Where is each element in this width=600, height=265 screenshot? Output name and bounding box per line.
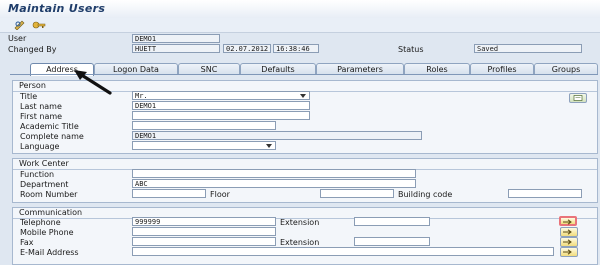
fax-label: Fax [20,238,34,247]
changed-time: 16:38:46 [273,44,319,53]
mobile-more-button[interactable] [560,227,578,237]
display-change-icon[interactable] [14,20,26,31]
title-label: Title [20,92,38,101]
annotation-arrow [74,70,112,95]
status-value: Saved [474,44,582,53]
building-code-field[interactable] [508,189,582,198]
work-center-section-title: Work Center [19,159,69,168]
email-field[interactable] [132,247,554,256]
language-dropdown[interactable] [132,141,276,150]
fax-more-button[interactable] [560,237,578,247]
floor-label: Floor [210,190,230,199]
building-code-label: Building code [398,190,453,199]
communication-section: Communication [12,207,598,265]
function-field[interactable] [132,169,416,178]
changed-by-label: Changed By [8,45,57,54]
academic-title-label: Academic Title [20,122,79,131]
title-bar: Maintain Users [0,0,600,19]
person-section-title: Person [19,81,46,90]
last-name-label: Last name [20,102,62,111]
extension-label: Extension [280,218,320,227]
key-icon[interactable] [32,20,46,30]
extension-field[interactable] [354,217,430,226]
room-number-field[interactable] [132,189,206,198]
department-field[interactable]: ABC [132,179,416,188]
changed-date: 02.07.2012 [223,44,271,53]
department-label: Department [20,180,69,189]
user-value: DEMO1 [132,34,220,43]
email-more-button[interactable] [560,247,578,257]
changed-by-value: HUETT [132,44,220,53]
room-number-label: Room Number [20,190,78,199]
telephone-more-button[interactable] [559,216,577,226]
user-label: User [8,34,27,43]
email-label: E-Mail Address [20,248,79,257]
fax-extension-field[interactable] [354,237,430,246]
telephone-field[interactable]: 999999 [132,217,276,226]
first-name-label: First name [20,112,63,121]
mobile-phone-field[interactable] [132,227,276,236]
fax-field[interactable] [132,237,276,246]
floor-field[interactable] [320,189,394,198]
status-label: Status [398,45,424,54]
last-name-field[interactable]: DEMO1 [132,101,310,110]
mobile-phone-label: Mobile Phone [20,228,74,237]
page-title: Maintain Users [8,2,106,15]
academic-title-field[interactable] [132,121,276,130]
function-label: Function [20,170,55,179]
complete-name-field: DEMO1 [132,131,422,140]
title-dropdown[interactable]: Mr. [132,91,310,100]
communication-section-title: Communication [19,208,83,217]
address-detail-icon[interactable] [569,93,587,103]
first-name-field[interactable] [132,111,310,120]
application-toolbar [0,18,600,33]
telephone-label: Telephone [20,218,61,227]
language-label: Language [20,142,60,151]
complete-name-label: Complete name [20,132,84,141]
